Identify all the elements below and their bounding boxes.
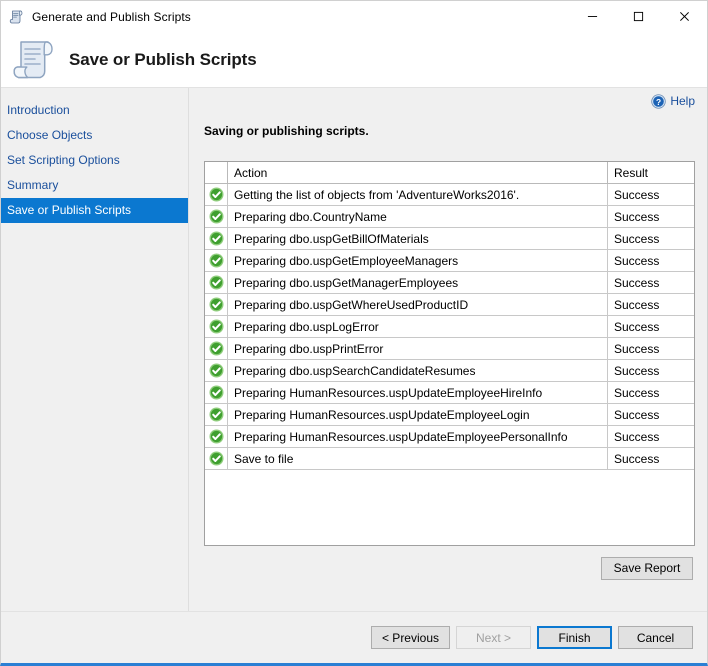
success-check-icon <box>205 447 228 470</box>
cell-action: Preparing HumanResources.uspUpdateEmploy… <box>227 425 608 448</box>
sidebar-item-introduction[interactable]: Introduction <box>1 98 188 123</box>
cell-result: Success <box>607 403 694 426</box>
cell-result: Success <box>607 293 694 316</box>
table-row[interactable]: Preparing dbo.uspGetEmployeeManagers Succ… <box>205 249 694 272</box>
cell-result: Success <box>607 447 694 470</box>
cell-action: Preparing dbo.uspGetBillOfMaterials <box>227 227 608 250</box>
maximize-icon[interactable] <box>615 1 661 32</box>
column-header-action[interactable]: Action <box>227 162 608 184</box>
results-grid[interactable]: Action Result Getting the list of object… <box>204 161 695 546</box>
cell-action: Getting the list of objects from 'Advent… <box>227 183 608 206</box>
table-row[interactable]: Preparing dbo.uspSearchCandidateResumes S… <box>205 359 694 382</box>
table-row[interactable]: Preparing HumanResources.uspUpdateEmploy… <box>205 381 694 404</box>
cell-result: Success <box>607 271 694 294</box>
minimize-icon[interactable] <box>569 1 615 32</box>
table-row[interactable]: Preparing dbo.uspGetWhereUsedProductID Su… <box>205 293 694 316</box>
success-check-icon <box>205 381 228 404</box>
success-check-icon <box>205 271 228 294</box>
cell-action: Preparing dbo.uspGetWhereUsedProductID <box>227 293 608 316</box>
wizard-window: Generate and Publish Scripts Save or Pub… <box>0 0 708 666</box>
table-row[interactable]: Preparing dbo.uspGetManagerEmployees Succ… <box>205 271 694 294</box>
table-row[interactable]: Preparing dbo.CountryName Success <box>205 205 694 228</box>
cell-result: Success <box>607 205 694 228</box>
sidebar-item-choose-objects[interactable]: Choose Objects <box>1 123 188 148</box>
success-check-icon <box>205 315 228 338</box>
script-scroll-icon <box>9 9 25 25</box>
cell-result: Success <box>607 249 694 272</box>
cell-action: Preparing dbo.CountryName <box>227 205 608 228</box>
page-header: Save or Publish Scripts <box>1 32 707 87</box>
cancel-button[interactable]: Cancel <box>618 626 693 649</box>
cell-action: Save to file <box>227 447 608 470</box>
help-circle-icon: ? <box>651 93 666 109</box>
column-header-result[interactable]: Result <box>607 162 694 184</box>
success-check-icon <box>205 403 228 426</box>
cell-action: Preparing dbo.uspLogError <box>227 315 608 338</box>
script-scroll-icon <box>11 37 57 83</box>
success-check-icon <box>205 337 228 360</box>
results-table-body: Getting the list of objects from 'Advent… <box>205 183 694 470</box>
wizard-steps-sidebar: Introduction Choose Objects Set Scriptin… <box>1 88 189 611</box>
save-report-row: Save Report <box>204 546 695 590</box>
cell-result: Success <box>607 359 694 382</box>
success-check-icon <box>205 227 228 250</box>
cell-action: Preparing dbo.uspPrintError <box>227 337 608 360</box>
wizard-footer: < Previous Next > Finish Cancel <box>1 611 707 663</box>
cell-result: Success <box>607 227 694 250</box>
page-title: Save or Publish Scripts <box>69 49 257 69</box>
content-pane: ? Help Saving or publishing scripts. Act… <box>189 88 707 611</box>
help-row: ? Help <box>189 88 707 114</box>
help-link[interactable]: ? Help <box>651 93 695 109</box>
window-title: Generate and Publish Scripts <box>32 9 191 24</box>
cell-result: Success <box>607 183 694 206</box>
success-check-icon <box>205 249 228 272</box>
help-label: Help <box>670 94 695 108</box>
success-check-icon <box>205 293 228 316</box>
results-table: Action Result Getting the list of object… <box>205 162 694 470</box>
success-check-icon <box>205 205 228 228</box>
table-row[interactable]: Save to file Success <box>205 447 694 470</box>
cell-action: Preparing HumanResources.uspUpdateEmploy… <box>227 403 608 426</box>
close-icon[interactable] <box>661 1 707 32</box>
success-check-icon <box>205 183 228 206</box>
window-controls <box>569 1 707 32</box>
cell-result: Success <box>607 315 694 338</box>
table-row[interactable]: Preparing dbo.uspGetBillOfMaterials Succe… <box>205 227 694 250</box>
finish-button[interactable]: Finish <box>537 626 612 649</box>
table-row[interactable]: Preparing HumanResources.uspUpdateEmploy… <box>205 425 694 448</box>
column-header-status[interactable] <box>205 162 228 184</box>
table-row[interactable]: Preparing HumanResources.uspUpdateEmploy… <box>205 403 694 426</box>
cell-result: Success <box>607 337 694 360</box>
table-row[interactable]: Getting the list of objects from 'Advent… <box>205 183 694 206</box>
table-header-row: Action Result <box>205 162 694 184</box>
status-text: Saving or publishing scripts. <box>204 124 369 138</box>
table-row[interactable]: Preparing dbo.uspLogError Success <box>205 315 694 338</box>
body: Introduction Choose Objects Set Scriptin… <box>1 87 707 611</box>
cell-action: Preparing dbo.uspGetManagerEmployees <box>227 271 608 294</box>
sidebar-item-summary[interactable]: Summary <box>1 173 188 198</box>
success-check-icon <box>205 425 228 448</box>
cell-result: Success <box>607 425 694 448</box>
save-report-button[interactable]: Save Report <box>601 556 693 580</box>
cell-action: Preparing dbo.uspSearchCandidateResumes <box>227 359 608 382</box>
cell-result: Success <box>607 381 694 404</box>
svg-text:?: ? <box>656 97 661 107</box>
sidebar-item-set-scripting-options[interactable]: Set Scripting Options <box>1 148 188 173</box>
title-bar: Generate and Publish Scripts <box>1 1 707 32</box>
sidebar-item-save-or-publish-scripts[interactable]: Save or Publish Scripts <box>1 198 188 223</box>
cell-action: Preparing dbo.uspGetEmployeeManagers <box>227 249 608 272</box>
previous-button[interactable]: < Previous <box>370 626 450 649</box>
success-check-icon <box>205 359 228 382</box>
cell-action: Preparing HumanResources.uspUpdateEmploy… <box>227 381 608 404</box>
next-button[interactable]: Next > <box>456 626 531 649</box>
content-inner: Saving or publishing scripts. Action Res… <box>189 114 707 611</box>
table-row[interactable]: Preparing dbo.uspPrintError Success <box>205 337 694 360</box>
